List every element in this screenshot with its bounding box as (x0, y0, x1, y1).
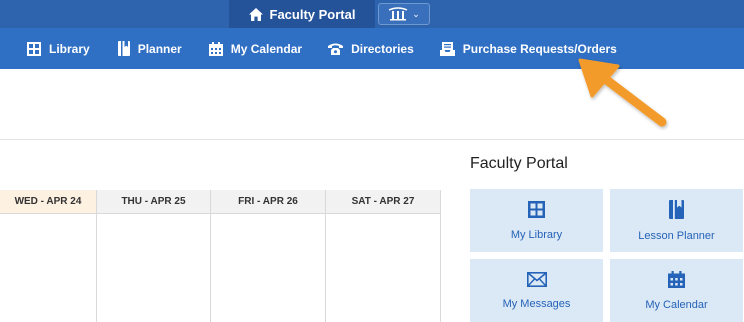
grid-icon (528, 200, 545, 218)
tile-lesson-planner[interactable]: Lesson Planner (610, 189, 743, 252)
calendar-day-header[interactable]: SAT - APR 27 (326, 190, 441, 214)
nav-directories[interactable]: Directories (328, 42, 414, 56)
calendar-day-label: WED - APR 24 (14, 196, 82, 207)
tile-my-calendar[interactable]: My Calendar (610, 259, 743, 322)
calendar-day-cell[interactable] (326, 214, 441, 322)
columns-logo-icon (388, 7, 408, 21)
calendar-day-label: THU - APR 25 (121, 196, 186, 207)
calendar-day-header[interactable]: WED - APR 24 (0, 190, 97, 214)
inbox-icon (439, 41, 455, 56)
envelope-icon (526, 271, 547, 287)
calendar-day-header[interactable]: FRI - APR 26 (211, 190, 326, 214)
nav-library-label: Library (49, 41, 90, 56)
tile-label: My Library (510, 228, 563, 241)
calendar-icon (668, 270, 685, 288)
nav-library[interactable]: Library (27, 41, 90, 56)
top-bar: Faculty Portal ⌄ (0, 0, 744, 28)
annotation-arrow (578, 58, 667, 127)
tile-label: My Messages (502, 297, 571, 310)
calendar-day-cell[interactable] (97, 214, 211, 322)
home-icon (248, 7, 263, 21)
book-icon (117, 41, 130, 56)
faculty-portal-tab-label: Faculty Portal (269, 6, 356, 22)
tile-label: Lesson Planner (638, 229, 715, 242)
phone-icon (328, 43, 344, 55)
tile-my-messages[interactable]: My Messages (470, 259, 603, 322)
content-divider (0, 139, 744, 140)
chevron-down-icon: ⌄ (412, 8, 420, 19)
faculty-portal-tab[interactable]: Faculty Portal (229, 0, 375, 28)
calendar-icon (208, 41, 223, 56)
portal-switcher[interactable]: ⌄ (378, 3, 430, 25)
nav-planner[interactable]: Planner (117, 41, 182, 56)
calendar-day-label: SAT - APR 27 (351, 196, 415, 207)
tile-my-library[interactable]: My Library (470, 189, 603, 252)
nav-my-calendar-label: My Calendar (230, 41, 303, 56)
calendar-day-label: FRI - APR 26 (238, 196, 298, 207)
grid-icon (27, 41, 41, 56)
faculty-portal-title: Faculty Portal (470, 155, 568, 172)
calendar-day-header[interactable]: THU - APR 25 (97, 190, 211, 214)
nav-my-calendar[interactable]: My Calendar (208, 41, 303, 56)
nav-planner-label: Planner (137, 41, 182, 56)
calendar-day-cell[interactable] (0, 214, 97, 322)
calendar-day-cell[interactable] (211, 214, 326, 322)
tile-label: My Calendar (645, 298, 708, 311)
nav-directories-label: Directories (351, 41, 414, 56)
book-icon (669, 199, 684, 219)
